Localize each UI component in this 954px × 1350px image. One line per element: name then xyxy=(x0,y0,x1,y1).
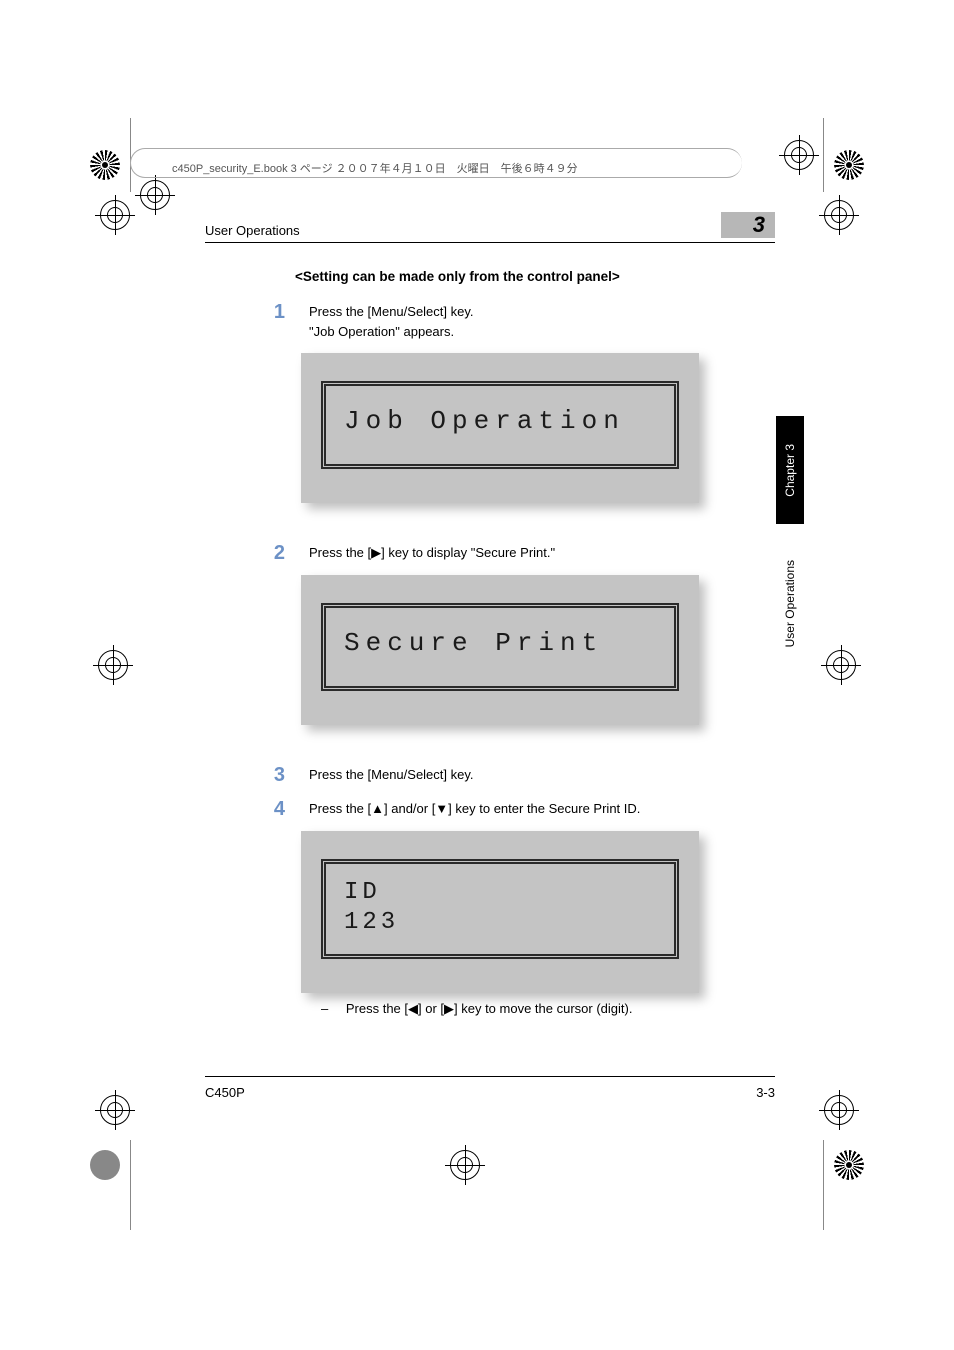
step-number: 1 xyxy=(265,302,285,341)
step-3: 3 Press the [Menu/Select] key. xyxy=(265,765,775,785)
registration-mark-bottom-center xyxy=(450,1150,480,1180)
step-text: "Job Operation" appears. xyxy=(309,322,775,342)
step-2: 2 Press the [▶] key to display "Secure P… xyxy=(265,543,775,563)
section-title: User Operations xyxy=(205,223,721,238)
lcd-screen-3: ID 123 xyxy=(301,831,699,993)
lcd-text-line1: ID xyxy=(344,878,656,908)
step-1: 1 Press the [Menu/Select] key. "Job Oper… xyxy=(265,302,775,341)
lcd-text-line2: 123 xyxy=(344,908,656,938)
registration-mark-top-right-inner xyxy=(784,140,814,170)
step-text: Press the [Menu/Select] key. xyxy=(309,765,775,785)
registration-corner-bottom-right xyxy=(834,1150,864,1180)
subheading: <Setting can be made only from the contr… xyxy=(295,269,775,284)
step-body: Press the [Menu/Select] key. "Job Operat… xyxy=(309,302,775,341)
step-body: Press the [▶] key to display "Secure Pri… xyxy=(309,543,775,563)
lcd-screen-1: Job Operation xyxy=(301,353,699,503)
registration-mark-top-right xyxy=(824,200,854,230)
frame-line xyxy=(130,1140,131,1230)
sub-bullet-text: Press the [◀] or [▶] key to move the cur… xyxy=(346,1001,633,1016)
registration-mark-top-left-inner xyxy=(140,180,170,210)
step-number: 3 xyxy=(265,765,285,785)
registration-mark-top-left xyxy=(100,200,130,230)
page-content: User Operations 3 <Setting can be made o… xyxy=(205,212,775,1037)
side-tab-userops: User Operations xyxy=(776,530,804,678)
file-tag: c450P_security_E.book 3 ページ ２００７年４月１０日 火… xyxy=(172,160,578,176)
footer-page-number: 3-3 xyxy=(756,1085,775,1100)
chapter-badge: 3 xyxy=(721,212,775,238)
registration-mark-mid-left xyxy=(98,650,128,680)
step-body: Press the [▲] and/or [▼] key to enter th… xyxy=(309,799,775,819)
registration-mark-bottom-left xyxy=(100,1095,130,1125)
side-tab-chapter: Chapter 3 xyxy=(776,416,804,524)
registration-mark-mid-right xyxy=(826,650,856,680)
page-header: User Operations 3 xyxy=(205,212,775,243)
bullet-dash: – xyxy=(321,1001,328,1016)
step-text: Press the [▲] and/or [▼] key to enter th… xyxy=(309,799,775,819)
registration-corner-top-right xyxy=(834,150,864,180)
step-4: 4 Press the [▲] and/or [▼] key to enter … xyxy=(265,799,775,819)
step-number: 2 xyxy=(265,543,285,563)
lcd-text: Job Operation xyxy=(344,406,656,436)
registration-corner-bottom-left xyxy=(90,1150,120,1180)
lcd-screen-2: Secure Print xyxy=(301,575,699,725)
page-footer: C450P 3-3 xyxy=(205,1076,775,1100)
step-text: Press the [Menu/Select] key. xyxy=(309,302,775,322)
footer-model: C450P xyxy=(205,1085,245,1100)
step-body: Press the [Menu/Select] key. xyxy=(309,765,775,785)
registration-mark-bottom-right xyxy=(824,1095,854,1125)
side-tab-chapter-label: Chapter 3 xyxy=(783,444,797,497)
frame-line xyxy=(823,118,824,192)
frame-line xyxy=(823,1140,824,1230)
sub-bullet: – Press the [◀] or [▶] key to move the c… xyxy=(321,1001,775,1017)
registration-corner-top-left xyxy=(90,150,120,180)
step-text: Press the [▶] key to display "Secure Pri… xyxy=(309,543,775,563)
lcd-text: Secure Print xyxy=(344,628,656,658)
step-number: 4 xyxy=(265,799,285,819)
side-tab-userops-label: User Operations xyxy=(783,560,797,647)
